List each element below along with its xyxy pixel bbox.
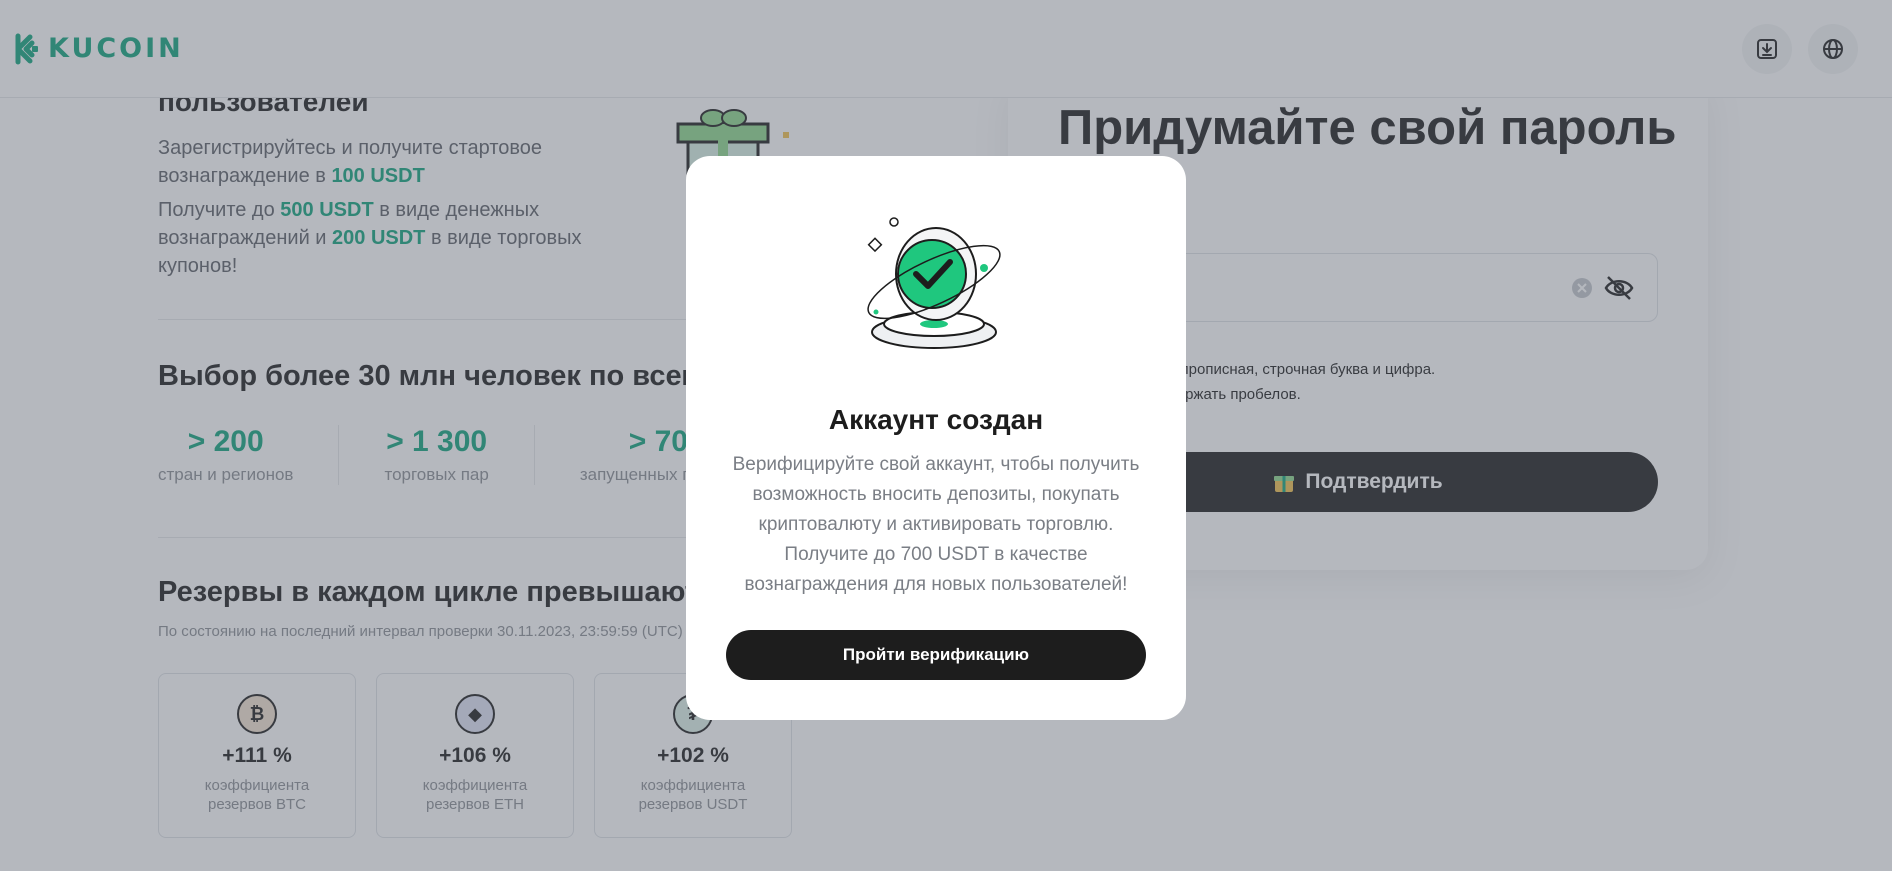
account-created-modal: Аккаунт создан Верифицируйте свой аккаун… [686, 156, 1186, 720]
modal-title: Аккаунт создан [828, 404, 1044, 435]
success-check-coin-icon [867, 217, 1001, 349]
verify-button[interactable]: Пройти верификацию [726, 630, 1146, 680]
modal-description: Верифицируйте свой аккаунт, чтобы получи… [732, 454, 1140, 595]
